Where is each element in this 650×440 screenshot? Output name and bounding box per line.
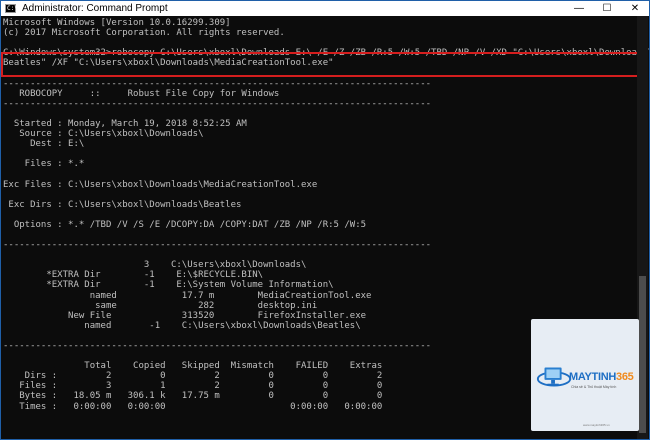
console-line: C:\Windows\system32>robocopy C:\Users\xb… [3,48,650,59]
title-bar[interactable]: C:\ Administrator: Command Prompt — ☐ ✕ [1,1,649,16]
console-line: same 282 desktop.ini [3,300,318,311]
watermark-brand: MAYTINH365 [569,371,634,383]
console-line: Beatles" /XF "C:\Users\xboxl\Downloads\M… [3,58,334,69]
console-line: named 17.7 m MediaCreationTool.exe [3,290,372,301]
console-line: Exc Files : C:\Users\xboxl\Downloads\Med… [3,179,318,190]
command-prompt-window: C:\ Administrator: Command Prompt — ☐ ✕ … [0,0,650,440]
console-line: Options : *.* /TBD /V /S /E /DCOPY:DA /C… [3,219,367,230]
console-line: (c) 2017 Microsoft Corporation. All righ… [3,28,285,39]
console-line: 3 C:\Users\xboxl\Downloads\ [3,260,307,271]
minimize-button[interactable]: — [565,1,593,16]
console-line: Microsoft Windows [Version 10.0.16299.30… [3,18,231,28]
console-line: ROBOCOPY :: Robust File Copy for Windows [3,88,280,99]
watermark-logo: MAYTINH365 Chia sẻ & Thủ thuật Máy tính … [531,319,639,431]
console-line: Dest : E:\ [3,139,85,150]
console-line: Files : *.* [3,159,85,170]
cmd-app-icon: C:\ [5,4,18,13]
scrollbar-thumb[interactable] [639,276,646,433]
console-line: ----------------------------------------… [3,98,432,109]
console-line: Exc Dirs : C:\Users\xboxl\Downloads\Beat… [3,199,242,210]
close-button[interactable]: ✕ [621,1,649,16]
console-line: ----------------------------------------… [3,240,432,251]
window-title: Administrator: Command Prompt [22,3,168,14]
console-line: *EXTRA Dir -1 E:\$RECYCLE.BIN\ [3,270,264,281]
console-line: Source : C:\Users\xboxl\Downloads\ [3,129,204,140]
watermark-url: www.maytinh365.vn [583,423,610,427]
console-line: *EXTRA Dir -1 E:\System Volume Informati… [3,280,334,291]
watermark-tagline: Chia sẻ & Thủ thuật Máy tính [571,385,617,389]
console-line: Started : Monday, March 19, 2018 8:52:25… [3,118,247,129]
monitor-logo-icon [536,367,572,387]
console-line: ----------------------------------------… [3,78,432,89]
maximize-button[interactable]: ☐ [593,1,621,16]
